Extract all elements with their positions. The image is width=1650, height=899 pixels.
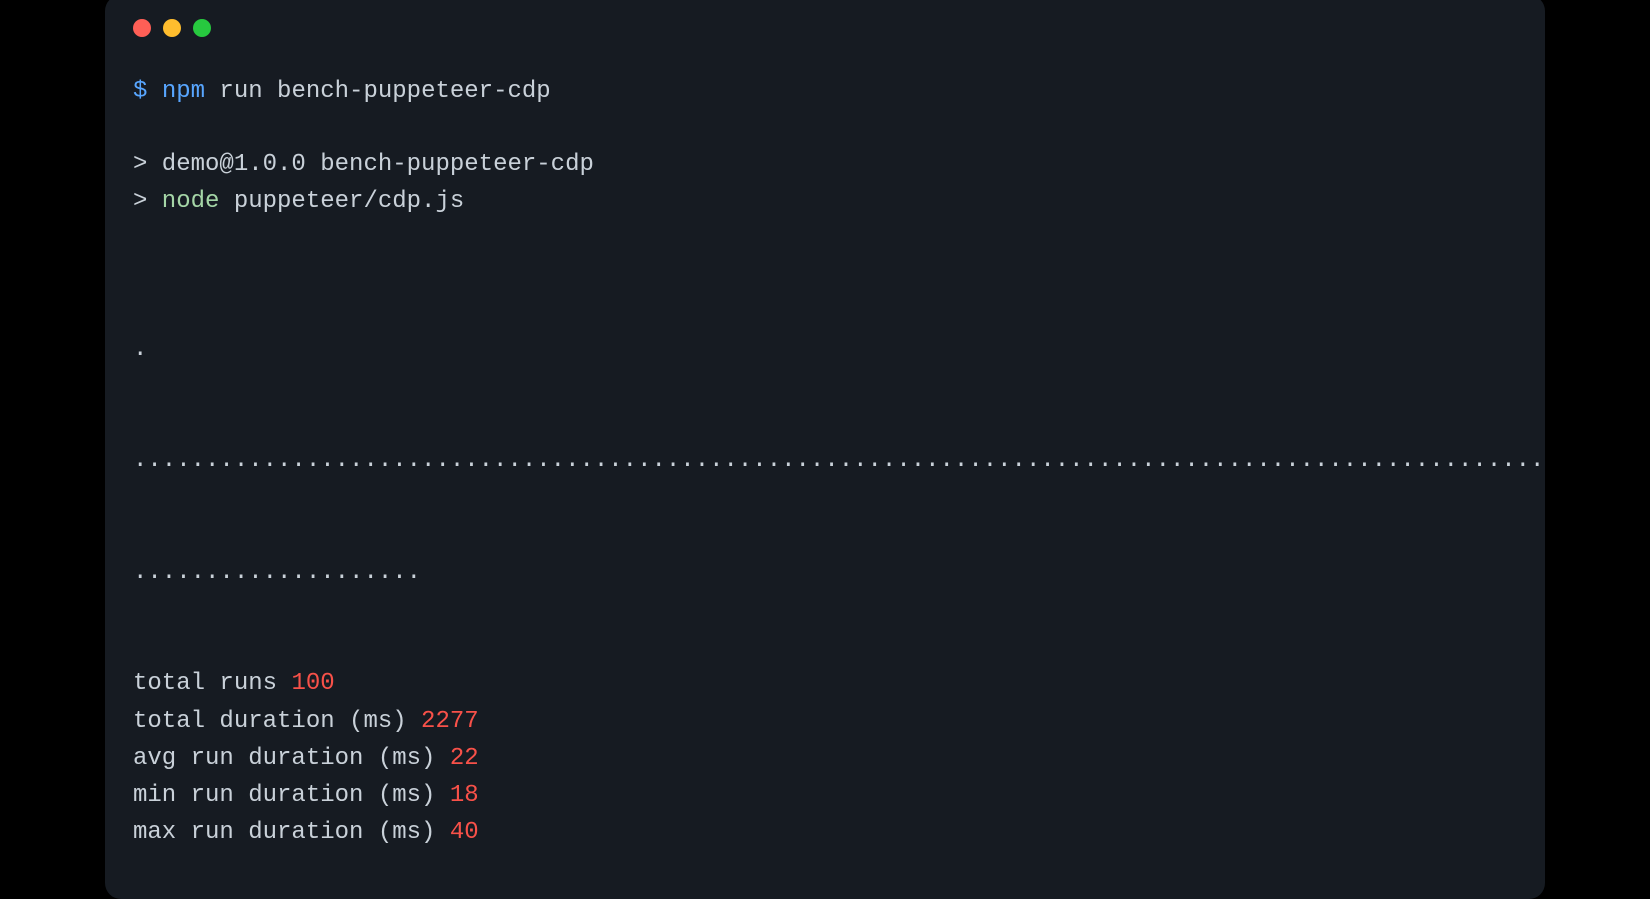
- window-minimize-button[interactable]: [163, 19, 181, 37]
- prompt-symbol: $: [133, 78, 147, 105]
- stat-min-duration: min run duration (ms) 18: [133, 777, 1517, 814]
- window-zoom-button[interactable]: [193, 19, 211, 37]
- stat-value: 2277: [421, 708, 479, 735]
- npm-script-header: > demo@1.0.0 bench-puppeteer-cdp > node …: [133, 146, 1517, 220]
- dots-line-2: ........................................…: [133, 442, 1517, 479]
- stat-total-runs: total runs 100: [133, 665, 1517, 702]
- stat-total-duration: total duration (ms) 2277: [133, 703, 1517, 740]
- output-arrow: >: [133, 151, 147, 178]
- script-path: puppeteer/cdp.js: [219, 188, 464, 215]
- progress-dots: . ......................................…: [133, 256, 1517, 665]
- stat-value: 40: [450, 819, 479, 846]
- script-header-line-1: > demo@1.0.0 bench-puppeteer-cdp: [133, 146, 1517, 183]
- stat-label: total runs: [133, 670, 291, 697]
- stat-value: 100: [291, 670, 334, 697]
- stat-label: max run duration (ms): [133, 819, 450, 846]
- stat-label: avg run duration (ms): [133, 745, 450, 772]
- dots-line-1: .: [133, 331, 1517, 368]
- terminal-output[interactable]: $ npm run bench-puppeteer-cdp > demo@1.0…: [105, 37, 1545, 899]
- command-args: run bench-puppeteer-cdp: [205, 78, 551, 105]
- stat-value: 22: [450, 745, 479, 772]
- script-header-line-2: > node puppeteer/cdp.js: [133, 183, 1517, 220]
- window-titlebar: [105, 0, 1545, 37]
- output-arrow: >: [133, 188, 147, 215]
- window-close-button[interactable]: [133, 19, 151, 37]
- terminal-window: $ npm run bench-puppeteer-cdp > demo@1.0…: [105, 0, 1545, 899]
- command-npm: npm: [162, 78, 205, 105]
- stat-label: min run duration (ms): [133, 782, 450, 809]
- benchmark-stats: total runs 100 total duration (ms) 2277 …: [133, 665, 1517, 851]
- stat-label: total duration (ms): [133, 708, 421, 735]
- command-line: $ npm run bench-puppeteer-cdp: [133, 73, 1517, 110]
- stat-avg-duration: avg run duration (ms) 22: [133, 740, 1517, 777]
- stat-max-duration: max run duration (ms) 40: [133, 814, 1517, 851]
- node-keyword: node: [147, 188, 219, 215]
- stat-value: 18: [450, 782, 479, 809]
- script-identifier: demo@1.0.0 bench-puppeteer-cdp: [147, 151, 593, 178]
- dots-line-3: ....................: [133, 554, 1517, 591]
